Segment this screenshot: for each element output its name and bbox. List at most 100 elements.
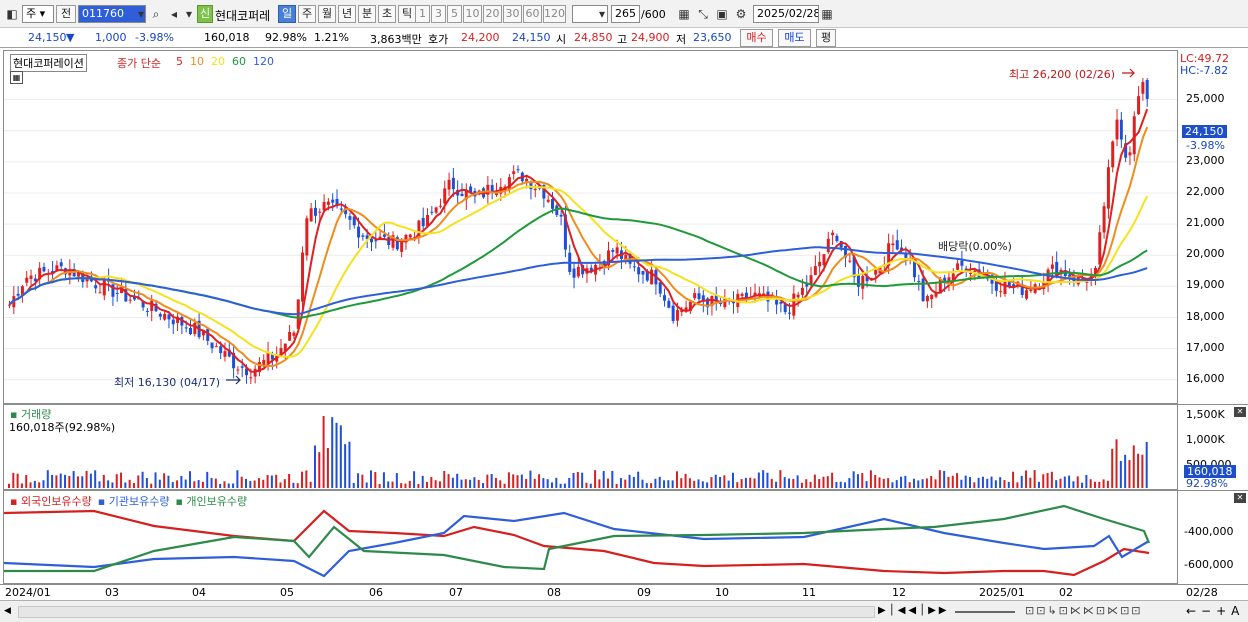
candle-body xyxy=(1102,206,1106,233)
period-tab[interactable]: 주 xyxy=(298,5,316,23)
volume-panel[interactable]: ▪ 거래량 160,018주(92.98%) xyxy=(3,404,1178,490)
holdings-legend-item: ▪ 외국인보유수량 xyxy=(10,495,92,508)
count-input[interactable]: 265 xyxy=(611,5,640,23)
horizontal-scrollbar[interactable] xyxy=(18,606,875,618)
x-axis-label: 08 xyxy=(547,586,561,599)
candle-body xyxy=(219,346,223,354)
draw-tool-icon[interactable]: ⤡ xyxy=(695,5,711,23)
volume-y-axis: 1,500K 1,000K 500,000 160,018 92.98% ✕ xyxy=(1178,404,1248,490)
minute-tab[interactable]: 20 xyxy=(483,5,502,23)
candle-body xyxy=(301,252,305,302)
volume-bar xyxy=(1068,475,1071,488)
buy-button[interactable]: 매수 xyxy=(740,29,773,47)
panel-close-icon[interactable]: ✕ xyxy=(1234,407,1246,417)
eval-button[interactable]: 평 xyxy=(816,29,836,47)
volume-bar xyxy=(1059,478,1062,488)
calendar-icon[interactable]: ▦ xyxy=(819,5,835,23)
dropdown-icon[interactable]: ▾ xyxy=(181,5,197,23)
bottom-bar: ◀ ▶│◀◀│▶▶ ⊡⊡↳⊡⋉⋉⊡⋉⊡⊡ ←−+A xyxy=(0,600,1248,622)
volume-bar xyxy=(188,471,191,488)
volume-bar xyxy=(555,477,558,488)
volume-bar xyxy=(469,479,472,488)
period-tab[interactable]: 년 xyxy=(338,5,356,23)
volume-bar xyxy=(279,482,282,488)
minute-tab[interactable]: 30 xyxy=(503,5,522,23)
period-tab[interactable]: 월 xyxy=(318,5,336,23)
panel-close-icon[interactable]: ✕ xyxy=(1234,493,1246,503)
grid-toggle-icon[interactable]: ▦ xyxy=(10,71,23,84)
date-input[interactable]: 2025/02/28 xyxy=(753,5,819,23)
volume-bar xyxy=(964,475,967,488)
volume-bar xyxy=(813,474,816,488)
zoom-slider[interactable] xyxy=(955,611,1015,613)
minute-tab[interactable]: 60 xyxy=(523,5,542,23)
chevron-down-icon[interactable]: ▾ xyxy=(594,5,610,23)
speaker-icon[interactable]: ◂ xyxy=(166,5,182,23)
volume-bar xyxy=(576,471,579,488)
volume-bar xyxy=(731,472,734,488)
hc-label: HC:-7.82 xyxy=(1180,64,1229,77)
volume-bar xyxy=(76,476,79,488)
prev-button[interactable]: 전 xyxy=(56,5,76,23)
holdings-panel[interactable]: ▪ 외국인보유수량 ▪ 기관보유수량 ▪ 개인보유수량 xyxy=(3,490,1178,584)
period-tab[interactable]: 분 xyxy=(358,5,376,23)
drawing-tool-icons[interactable]: ⊡⊡↳⊡⋉⋉⊡⋉⊡⊡ xyxy=(1025,604,1143,617)
volume-bar xyxy=(115,474,118,488)
candle-body xyxy=(374,240,378,242)
window-menu-icon[interactable]: ◧ xyxy=(4,5,20,23)
volume-bar xyxy=(831,472,834,488)
volume-bar xyxy=(369,470,372,488)
grid-settings-icon[interactable]: ▦ xyxy=(676,5,692,23)
scroll-left-icon[interactable]: ◀ xyxy=(4,605,14,617)
candle-body xyxy=(421,217,425,227)
candle-body xyxy=(516,169,520,171)
period-tab[interactable]: 틱 xyxy=(398,5,416,23)
volume-bar xyxy=(887,478,890,488)
sell-button[interactable]: 매도 xyxy=(778,29,811,47)
candle-body xyxy=(115,292,119,294)
minute-tab[interactable]: 1 xyxy=(415,5,430,23)
search-icon[interactable]: ⌕ xyxy=(148,5,164,23)
candle-body xyxy=(309,208,313,222)
volume-bar xyxy=(374,472,377,488)
volume-bar xyxy=(296,483,299,488)
volume-bar xyxy=(1046,473,1049,488)
period-tab[interactable]: 초 xyxy=(378,5,396,23)
volume-bar xyxy=(107,480,110,488)
volume-bar xyxy=(365,482,368,488)
candle-body xyxy=(214,346,218,348)
volume-bar xyxy=(184,479,187,488)
volume-bar xyxy=(1102,479,1105,488)
candle-body xyxy=(1111,141,1115,168)
volume-bar xyxy=(641,479,644,488)
volume-bar xyxy=(154,472,157,488)
volume-bar xyxy=(921,479,924,488)
candle-body xyxy=(675,310,679,321)
candle-body xyxy=(1025,290,1029,299)
minute-tab[interactable]: 120 xyxy=(543,5,566,23)
candle-body xyxy=(339,208,343,210)
volume-bar xyxy=(684,473,687,488)
candle-body xyxy=(921,278,925,302)
volume-bar xyxy=(128,479,131,488)
price-chart-panel[interactable]: 현대코퍼레이션 종가 단순 5 10 20 60 120 ▦ 최고 26,200 (02… xyxy=(3,50,1178,404)
period-tab[interactable]: 일 xyxy=(278,5,296,23)
minute-tab[interactable]: 10 xyxy=(463,5,482,23)
volume-bar xyxy=(770,478,773,488)
volume-bar xyxy=(744,477,747,488)
candle-body xyxy=(1003,281,1007,295)
save-icon[interactable]: ▣ xyxy=(714,5,730,23)
gear-icon[interactable]: ⚙ xyxy=(733,5,749,23)
volume-bar xyxy=(1098,481,1101,488)
volume-bar xyxy=(822,476,825,488)
minute-tab[interactable]: 5 xyxy=(447,5,462,23)
volume-bar xyxy=(516,475,519,488)
chevron-down-icon[interactable]: ▾ xyxy=(133,5,149,23)
volume-bar xyxy=(426,481,429,488)
volume-bar xyxy=(81,476,84,488)
market-select[interactable]: 주 ▾ xyxy=(22,5,54,23)
minute-tab[interactable]: 3 xyxy=(431,5,446,23)
zoom-controls[interactable]: ←−+A xyxy=(1186,604,1244,618)
scroll-nav-icons[interactable]: ▶│◀◀│▶▶ xyxy=(878,605,950,616)
candle-body xyxy=(822,254,826,266)
